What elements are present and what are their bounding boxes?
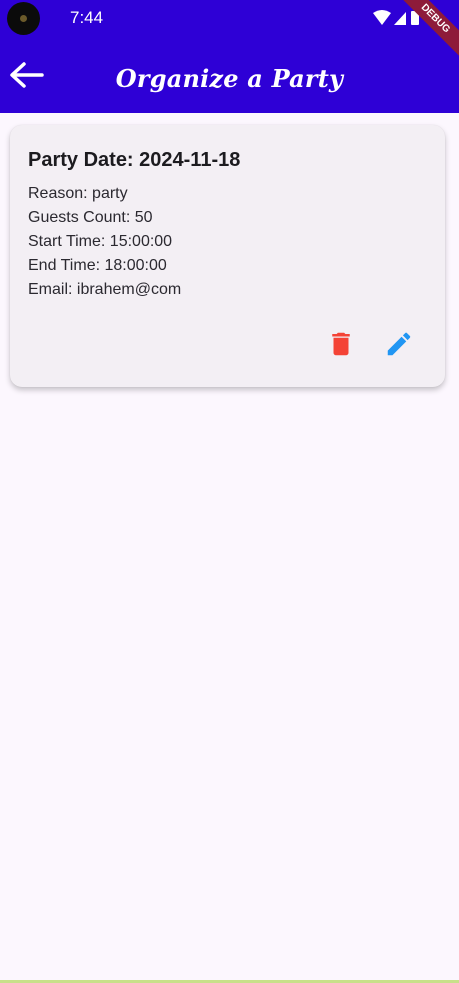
party-start-time: Start Time: 15:00:00	[28, 233, 173, 250]
party-email: Email: ibrahem@com	[28, 281, 182, 298]
party-end-time: End Time: 18:00:00	[28, 257, 167, 274]
status-time: 7:44	[70, 8, 104, 27]
signal-icon	[394, 12, 406, 25]
party-reason: Reason: party	[28, 185, 128, 202]
party-card: Party Date: 2024-11-18 Reason: party Gue…	[10, 125, 445, 387]
app-bar: Organize a Party	[0, 36, 459, 113]
status-bar: 7:44	[0, 0, 459, 36]
delete-button[interactable]	[326, 329, 356, 359]
party-guests-count: Guests Count: 50	[28, 209, 153, 226]
trash-icon	[332, 332, 350, 356]
wifi-icon	[373, 10, 391, 25]
party-date-title: Party Date: 2024-11-18	[28, 149, 241, 171]
page-title: Organize a Party	[115, 64, 344, 93]
pencil-icon	[387, 332, 411, 356]
edit-button[interactable]	[384, 329, 414, 359]
camera-cutout	[7, 2, 40, 35]
